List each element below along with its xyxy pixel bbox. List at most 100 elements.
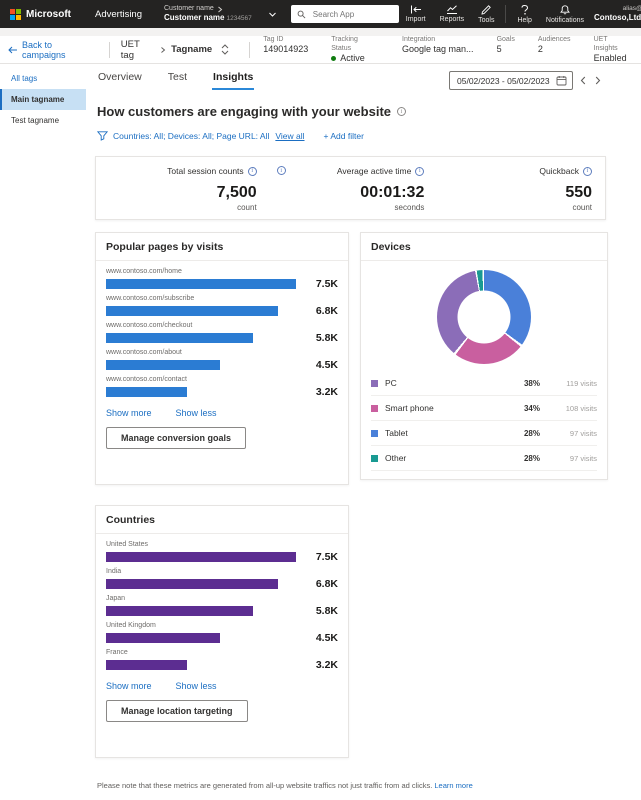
bar[interactable] (106, 333, 296, 343)
legend-percent: 34% (512, 404, 540, 413)
devices-donut[interactable] (437, 270, 531, 364)
chevron-right-icon (160, 46, 166, 54)
metric-value: 7,500 (109, 184, 257, 202)
metric-label: Total session counts (167, 166, 244, 176)
card-title: Countries (96, 506, 348, 533)
info-icon[interactable] (415, 167, 424, 176)
bar-value: 6.8K (304, 305, 338, 317)
legend-row-tablet[interactable]: Tablet 28% 97 visits (371, 421, 597, 446)
tab-overview[interactable]: Overview (97, 66, 143, 90)
search-icon (297, 10, 306, 19)
bar[interactable] (106, 387, 296, 397)
bar-row: India 6.8K (106, 568, 338, 590)
legend-row-smart-phone[interactable]: Smart phone 34% 108 visits (371, 396, 597, 421)
import-button[interactable]: Import (399, 5, 433, 23)
bar-label: www.contoso.com/contact (106, 376, 338, 383)
learn-more-link[interactable]: Learn more (434, 781, 472, 790)
bar-fill (106, 633, 220, 643)
bar[interactable] (106, 360, 296, 370)
bar-value: 4.5K (304, 632, 338, 644)
back-link-label: Back to campaigns (22, 40, 98, 60)
import-label: Import (406, 16, 426, 23)
reports-label: Reports (440, 16, 465, 23)
bar-value: 3.2K (304, 659, 338, 671)
chevron-down-icon (221, 50, 229, 55)
search-input[interactable] (311, 9, 393, 20)
info-icon[interactable] (248, 167, 257, 176)
title-info-icon[interactable] (397, 107, 406, 116)
chevron-up-icon (221, 44, 229, 49)
add-filter-button[interactable]: + Add filter (324, 131, 364, 141)
tag-summary-fields: Tag ID 149014923 Tracking Status Active … (263, 35, 633, 65)
filter-summary[interactable]: Countries: All; Devices: All; Page URL: … (113, 131, 269, 141)
bar[interactable] (106, 633, 296, 643)
field-tag-id: Tag ID 149014923 (263, 35, 308, 65)
sidebar-item-all-tags[interactable]: All tags (0, 68, 86, 89)
bar[interactable] (106, 579, 296, 589)
show-more-link[interactable]: Show more (106, 681, 152, 691)
search-box[interactable] (291, 5, 399, 23)
sidebar-item-main-tagname[interactable]: Main tagname (0, 89, 86, 110)
metric-label: Average active time (337, 166, 412, 176)
tab-insights[interactable]: Insights (212, 66, 254, 90)
bar[interactable] (106, 306, 296, 316)
bar[interactable] (106, 606, 296, 616)
sidebar-item-test-tagname[interactable]: Test tagname (0, 110, 86, 131)
customer-switcher[interactable]: Customer name Customer name1234567 (164, 5, 252, 23)
breadcrumb-parent[interactable]: UET tag (121, 39, 155, 61)
reports-icon (446, 5, 458, 14)
metric-unit: seconds (277, 203, 425, 212)
bar-row: www.contoso.com/contact 3.2K (106, 376, 338, 398)
date-range-bar: 05/02/2023 - 05/02/2023 (449, 71, 601, 90)
legend-row-pc[interactable]: PC 38% 119 visits (371, 371, 597, 396)
next-date-button[interactable] (595, 76, 601, 85)
previous-date-button[interactable] (580, 76, 586, 85)
tools-button[interactable]: Tools (471, 5, 501, 24)
account-menu[interactable]: alias@microsoft.com Contoso,Ltd. 1234567… (594, 5, 641, 23)
bar-row: www.contoso.com/home 7.5K (106, 268, 338, 290)
chevron-right-icon (217, 6, 223, 13)
field-uet-insights: UET Insights Enabled (594, 35, 633, 65)
help-button[interactable]: Help (510, 5, 538, 24)
date-range-picker[interactable]: 05/02/2023 - 05/02/2023 (449, 71, 573, 90)
bell-icon (560, 5, 570, 15)
help-icon (521, 5, 529, 15)
bar[interactable] (106, 279, 296, 289)
show-less-link[interactable]: Show less (176, 408, 217, 418)
show-more-link[interactable]: Show more (106, 408, 152, 418)
show-less-link[interactable]: Show less (176, 681, 217, 691)
legend-label: Smart phone (385, 403, 505, 413)
legend-row-other[interactable]: Other 28% 97 visits (371, 446, 597, 471)
product-name[interactable]: Advertising (81, 9, 156, 20)
bar-value: 4.5K (304, 359, 338, 371)
reports-button[interactable]: Reports (433, 5, 472, 23)
notifications-button[interactable]: Notifications (539, 5, 591, 24)
bar[interactable] (106, 660, 296, 670)
field-audiences: Audiences 2 (538, 35, 571, 65)
bar[interactable] (106, 552, 296, 562)
legend-label: Tablet (385, 428, 505, 438)
tab-test[interactable]: Test (167, 66, 188, 90)
metric-unit: count (444, 203, 592, 212)
chevron-down-icon[interactable] (268, 5, 277, 23)
bar-fill (106, 387, 187, 397)
notifications-label: Notifications (546, 17, 584, 24)
customer-id: 1234567 (226, 15, 251, 22)
bar-label: India (106, 568, 338, 575)
bar-label: www.contoso.com/about (106, 349, 338, 356)
back-to-campaigns-link[interactable]: Back to campaigns (8, 40, 98, 60)
bar-row: France 3.2K (106, 649, 338, 671)
manage-conversion-goals-button[interactable]: Manage conversion goals (106, 427, 246, 449)
metric-quickback: Quickback 550 count (444, 166, 592, 211)
info-icon[interactable] (277, 166, 286, 175)
status-active-dot-icon (331, 56, 336, 61)
view-all-link[interactable]: View all (275, 131, 304, 141)
microsoft-logo[interactable]: Microsoft (0, 9, 81, 20)
metric-total-session-counts: Total session counts 7,500 count (109, 166, 257, 211)
bar-fill (106, 579, 278, 589)
manage-location-targeting-button[interactable]: Manage location targeting (106, 700, 248, 722)
tag-switcher-stepper[interactable] (221, 44, 229, 55)
info-icon[interactable] (583, 167, 592, 176)
field-integration: Integration Google tag man... (402, 35, 474, 65)
bar-value: 3.2K (304, 386, 338, 398)
